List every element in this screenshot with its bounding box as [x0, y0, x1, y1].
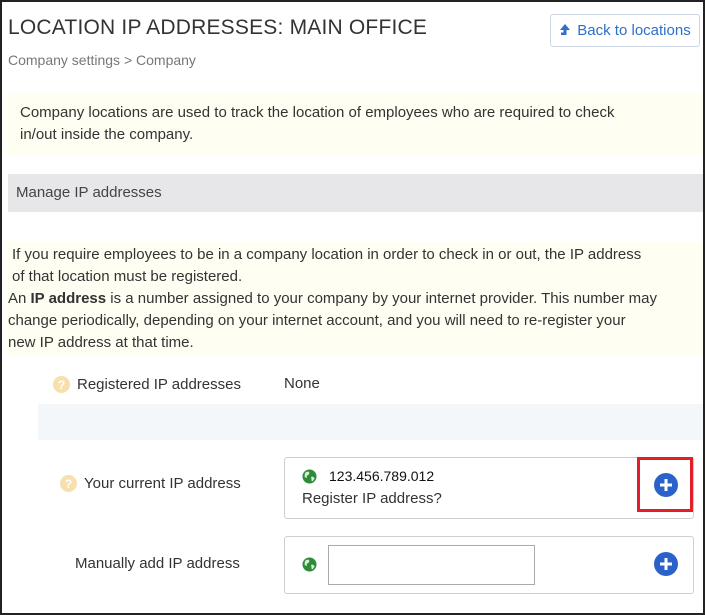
registered-ip-value: None	[284, 375, 320, 392]
highlight-box	[637, 457, 693, 512]
section-title: Manage IP addresses	[16, 184, 162, 201]
ip-info-text: If you require employees to be in a comp…	[6, 242, 703, 355]
registered-ip-band	[38, 404, 703, 440]
globe-icon	[302, 469, 317, 484]
manual-ip-box	[284, 536, 694, 594]
ip-info-line: An IP address is a number assigned to yo…	[8, 288, 700, 310]
info-note: Company locations are used to track the …	[6, 93, 703, 156]
current-ip-label: Your current IP address	[84, 475, 241, 492]
help-icon[interactable]: ?	[53, 376, 70, 393]
section-header: Manage IP addresses	[8, 174, 703, 212]
info-note-line: Company locations are used to track the …	[20, 104, 615, 121]
current-ip-value: 123.456.789.012	[329, 468, 435, 484]
breadcrumb[interactable]: Company settings > Company	[8, 52, 196, 68]
globe-icon	[302, 557, 317, 572]
current-ip-box: 123.456.789.012 Register IP address?	[284, 457, 694, 519]
ip-info-line: If you require employees to be in a comp…	[12, 246, 642, 263]
ip-info-line: of that location must be registered.	[12, 268, 243, 285]
page-frame: LOCATION IP ADDRESSES: MAIN OFFICE Compa…	[0, 0, 705, 615]
registered-ip-label: Registered IP addresses	[77, 376, 241, 393]
help-icon[interactable]: ?	[60, 475, 77, 492]
ip-address-term: IP address	[30, 290, 107, 307]
manual-ip-label: Manually add IP address	[75, 555, 240, 572]
manual-ip-input[interactable]	[328, 545, 535, 585]
ip-info-text-part: is a number assigned to your company by …	[106, 290, 657, 307]
manual-ip-add-button[interactable]	[654, 552, 678, 576]
ip-info-text-part: An	[8, 290, 31, 307]
back-button-label: Back to locations	[577, 22, 691, 39]
page-title: LOCATION IP ADDRESSES: MAIN OFFICE	[8, 16, 428, 39]
register-ip-prompt: Register IP address?	[302, 490, 442, 507]
ip-info-line: new IP address at that time.	[8, 334, 194, 351]
arrow-up-icon	[559, 23, 571, 39]
info-note-line: in/out inside the company.	[20, 126, 194, 143]
plus-icon	[660, 558, 672, 570]
back-to-locations-button[interactable]: Back to locations	[550, 14, 700, 47]
ip-info-line: change periodically, depending on your i…	[8, 312, 626, 329]
